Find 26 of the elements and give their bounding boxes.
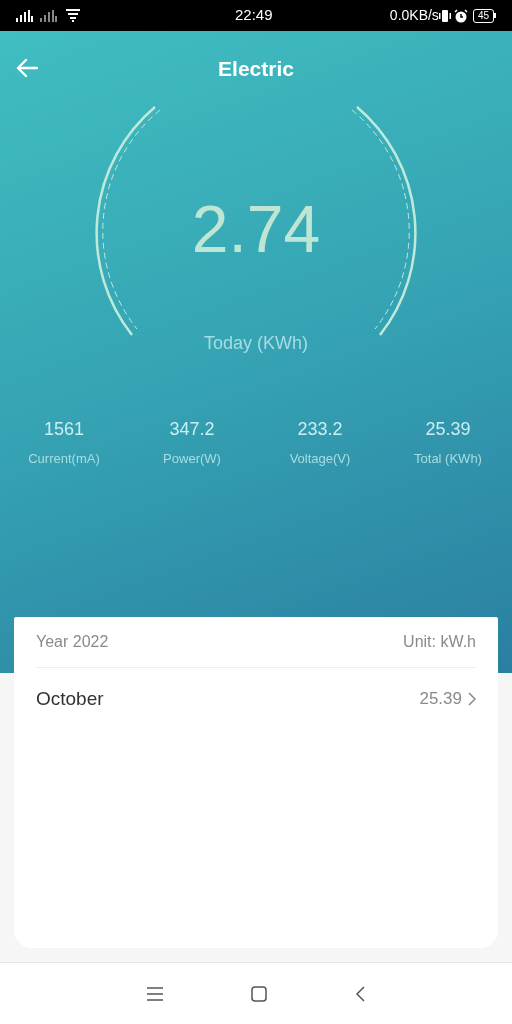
vibrate-icon xyxy=(438,8,451,23)
signal-icon xyxy=(16,9,34,22)
today-energy-label: Today (KWh) xyxy=(204,332,308,355)
stat-label: Total (KWh) xyxy=(414,450,482,468)
month-row[interactable]: October 25.39 xyxy=(36,668,476,730)
menu-icon[interactable] xyxy=(147,986,163,1001)
stat-label: Power(W) xyxy=(163,450,221,468)
battery-indicator: 45 xyxy=(472,8,496,23)
signal-icon xyxy=(40,9,58,22)
stat-value: 233.2 xyxy=(297,418,343,441)
stat-label: Voltage(V) xyxy=(289,450,351,468)
back-icon[interactable] xyxy=(355,985,365,1002)
unit-label: Unit: kW.h xyxy=(403,632,476,652)
page-title: Electric xyxy=(218,55,294,82)
network-speed: 0.0KB/s xyxy=(389,6,439,25)
stat-value: 1561 xyxy=(43,418,84,441)
chevron-right-icon xyxy=(468,692,476,706)
today-energy-value: 2.74 xyxy=(191,191,321,267)
wifi-icon xyxy=(66,9,80,22)
home-button-icon[interactable] xyxy=(251,985,267,1002)
status-time: 22:49 xyxy=(235,5,273,26)
alarm-icon xyxy=(453,8,468,23)
stat-value: 347.2 xyxy=(169,418,215,441)
year-label: Year 2022 xyxy=(36,632,109,652)
stat-value: 25.39 xyxy=(425,418,471,441)
stat-label: Current(mA) xyxy=(28,450,100,468)
